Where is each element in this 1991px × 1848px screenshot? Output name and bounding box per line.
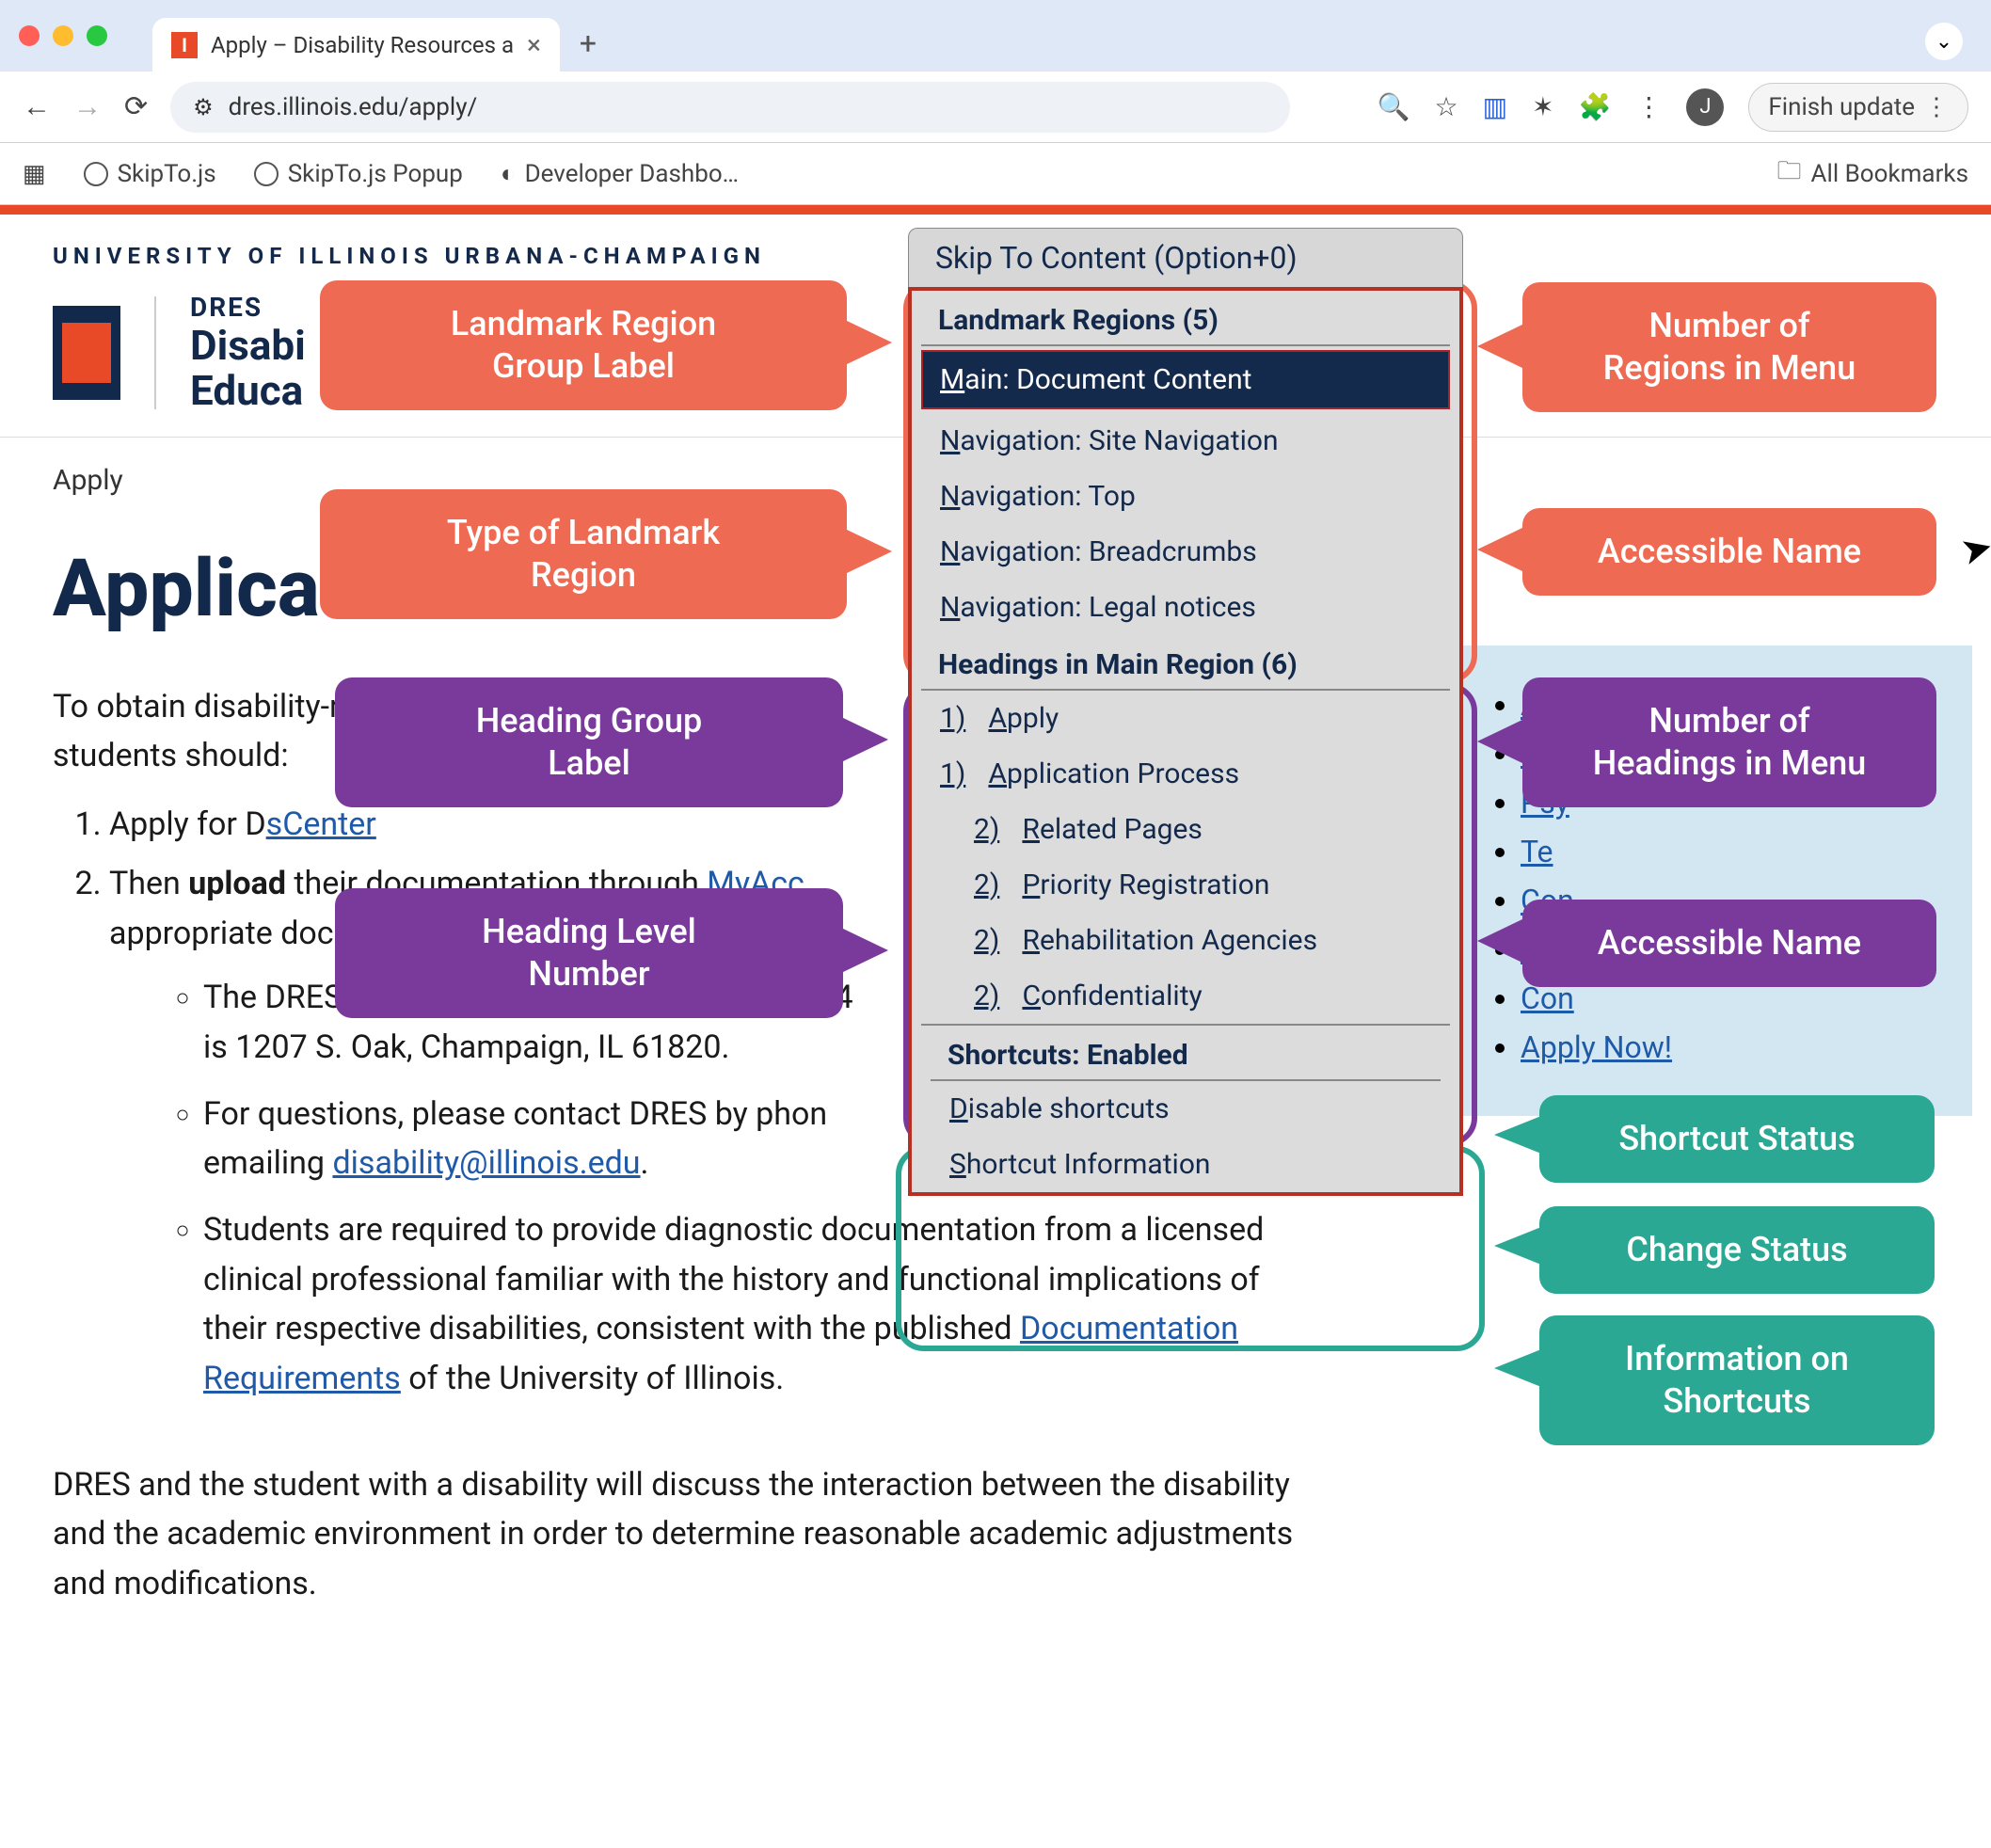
- dres-subtitle-1: Disabi: [190, 323, 306, 368]
- skipto-landmark-item[interactable]: Navigation: Top: [923, 469, 1448, 524]
- pointer-icon: [1494, 1349, 1541, 1387]
- close-window-button[interactable]: [19, 25, 40, 46]
- email-link[interactable]: disability@illinois.edu: [332, 1144, 640, 1182]
- disable-shortcuts-item[interactable]: Disable shortcuts: [932, 1081, 1439, 1137]
- tab-title: Apply – Disability Resources a: [211, 32, 514, 58]
- forward-button[interactable]: →: [73, 90, 102, 123]
- skipto-landmark-item[interactable]: Navigation: Breadcrumbs: [923, 524, 1448, 580]
- headings-group-label: Headings in Main Region (6): [921, 635, 1450, 691]
- pointer-icon: [1494, 1227, 1541, 1265]
- folder-icon: 🗀: [1777, 153, 1802, 195]
- pointer-icon: [1494, 1116, 1541, 1154]
- skipto-landmark-item[interactable]: Navigation: Legal notices: [923, 580, 1448, 635]
- shortcut-info-item[interactable]: Shortcut Information: [932, 1137, 1439, 1192]
- skipto-heading-item[interactable]: 1) Application Process: [923, 746, 1448, 802]
- chrome-icon: ◐: [501, 159, 516, 188]
- url-text: dres.illinois.edu/apply/: [229, 93, 478, 121]
- pointer-icon: [841, 928, 888, 973]
- address-bar[interactable]: ⚙ dres.illinois.edu/apply/: [170, 82, 1290, 133]
- pointer-icon: [841, 717, 888, 762]
- tab-overflow-button[interactable]: ⌄: [1925, 23, 1963, 60]
- skipto-heading-item[interactable]: 2) Confidentiality: [923, 968, 1448, 1024]
- site-settings-icon[interactable]: ⚙: [193, 94, 214, 120]
- tab-strip: I Apply – Disability Resources a × + ⌄: [0, 0, 1991, 72]
- minimize-window-button[interactable]: [53, 25, 73, 46]
- link[interactable]: sCenter: [266, 805, 376, 843]
- accent-bar: [0, 205, 1991, 215]
- university-name: UNIVERSITY OF ILLINOIS URBANA-CHAMPAIGN: [53, 243, 766, 269]
- bookmark-item[interactable]: SkipTo.js: [84, 160, 216, 188]
- extensions-icon[interactable]: 🧩: [1579, 91, 1612, 122]
- bookmark-star-icon[interactable]: ☆: [1434, 91, 1457, 122]
- callout-type-landmark: Type of Landmark Region: [320, 489, 847, 619]
- skipto-menu: Landmark Regions (5) Main: Document Cont…: [908, 287, 1463, 1196]
- finish-update-button[interactable]: Finish update⋮: [1748, 83, 1968, 132]
- maximize-window-button[interactable]: [87, 25, 107, 46]
- skipto-heading-item[interactable]: 2) Priority Registration: [923, 857, 1448, 913]
- apps-grid-icon[interactable]: ▦: [23, 160, 46, 188]
- browser-tab[interactable]: I Apply – Disability Resources a ×: [152, 18, 560, 72]
- callout-heading-group: Heading Group Label: [335, 677, 843, 807]
- paragraph: DRES and the student with a disability w…: [53, 1460, 1314, 1609]
- extension-a-icon[interactable]: ✶: [1532, 91, 1553, 122]
- callout-info-shortcuts: Information on Shortcuts: [1539, 1315, 1935, 1445]
- toolbar: ← → ⟳ ⚙ dres.illinois.edu/apply/ 🔍 ☆ ▥ ✶…: [0, 72, 1991, 143]
- skipto-heading-item[interactable]: 1) Apply: [923, 691, 1448, 746]
- skipto-button[interactable]: Skip To Content (Option+0): [908, 228, 1463, 287]
- window-controls: [19, 25, 107, 46]
- bookmark-item[interactable]: ◐Developer Dashbo…: [501, 159, 739, 188]
- profile-avatar[interactable]: J: [1686, 88, 1724, 126]
- globe-icon: [84, 162, 108, 186]
- bookmark-item[interactable]: SkipTo.js Popup: [254, 160, 463, 188]
- dres-subtitle-2: Educa: [190, 368, 306, 413]
- pointer-icon: [1477, 527, 1524, 572]
- globe-icon: [254, 162, 279, 186]
- illinois-logo-icon[interactable]: [53, 306, 120, 400]
- pointer-icon: [845, 320, 892, 365]
- callout-num-regions: Number of Regions in Menu: [1522, 282, 1936, 412]
- list-item: Students are required to provide diagnos…: [203, 1205, 1314, 1404]
- zoom-icon[interactable]: 🔍: [1378, 91, 1410, 122]
- new-tab-button[interactable]: +: [567, 23, 609, 64]
- skipto-landmark-item[interactable]: Main: Document Content: [921, 350, 1450, 409]
- bookmarks-bar: ▦ SkipTo.js SkipTo.js Popup ◐Developer D…: [0, 143, 1991, 205]
- divider: [154, 296, 156, 409]
- shortcuts-group-label: Shortcuts: Enabled: [931, 1026, 1441, 1081]
- callout-accessible-name-1: Accessible Name: [1522, 508, 1936, 596]
- browser-chrome: I Apply – Disability Resources a × + ⌄ ←…: [0, 0, 1991, 205]
- callout-landmark-group: Landmark Region Group Label: [320, 280, 847, 410]
- skipto-menu-container: Skip To Content (Option+0) Landmark Regi…: [908, 228, 1463, 1196]
- callout-num-headings: Number of Headings in Menu: [1522, 677, 1936, 807]
- back-button[interactable]: ←: [23, 90, 51, 123]
- skipto-landmark-item[interactable]: Navigation: Site Navigation: [923, 413, 1448, 469]
- all-bookmarks-button[interactable]: 🗀All Bookmarks: [1777, 153, 1968, 195]
- pointer-icon: [845, 529, 892, 574]
- pointer-icon: [1477, 324, 1524, 369]
- close-tab-button[interactable]: ×: [527, 29, 541, 60]
- reload-button[interactable]: ⟳: [124, 90, 148, 123]
- callout-shortcut-status: Shortcut Status: [1539, 1095, 1935, 1183]
- reader-icon[interactable]: ▥: [1483, 91, 1507, 122]
- callout-change-status: Change Status: [1539, 1206, 1935, 1294]
- callout-heading-level: Heading Level Number: [335, 888, 843, 1018]
- favicon-illinois-icon: I: [171, 32, 198, 58]
- skipto-heading-item[interactable]: 2) Related Pages: [923, 802, 1448, 857]
- landmarks-group-label: Landmark Regions (5): [921, 291, 1450, 346]
- menu-kebab-icon[interactable]: ⋮: [1635, 91, 1662, 122]
- callout-accessible-name-2: Accessible Name: [1522, 900, 1936, 987]
- pointer-icon: [1477, 719, 1524, 764]
- sidebar-link[interactable]: Apply Now!: [1521, 1029, 1672, 1065]
- dres-label: DRES: [190, 292, 306, 323]
- skipto-heading-item[interactable]: 2) Rehabilitation Agencies: [923, 913, 1448, 968]
- pointer-icon: [1477, 918, 1524, 964]
- sidebar-link[interactable]: Te: [1521, 834, 1553, 869]
